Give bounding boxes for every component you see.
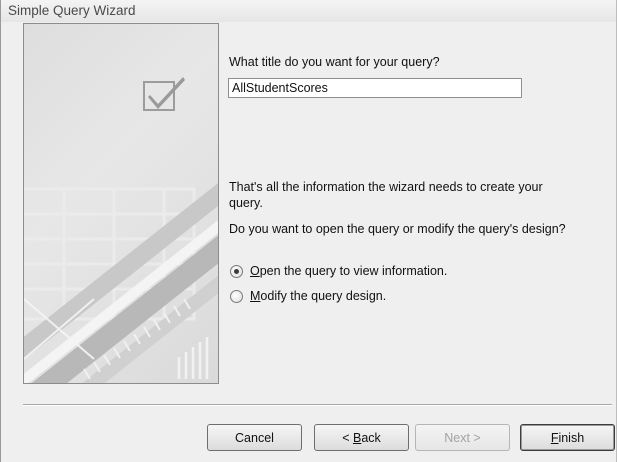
next-button[interactable]: Next > bbox=[415, 424, 510, 451]
checkmark-icon bbox=[143, 75, 187, 113]
title-prompt: What title do you want for your query? bbox=[229, 55, 440, 69]
finish-button[interactable]: Finish bbox=[520, 424, 615, 451]
open-or-modify-question: Do you want to open the query or modify … bbox=[229, 222, 566, 236]
radio-button-icon[interactable] bbox=[230, 289, 243, 303]
cancel-button[interactable]: Cancel bbox=[207, 424, 302, 451]
wizard-illustration bbox=[24, 183, 218, 383]
info-text-line2: query. bbox=[229, 196, 263, 210]
back-button[interactable]: < Back bbox=[314, 424, 409, 451]
window-title: Simple Query Wizard bbox=[8, 3, 136, 18]
option-open-query[interactable]: Open the query to view information. bbox=[230, 263, 447, 279]
wizard-window: Simple Query Wizard What title do you wa… bbox=[0, 0, 617, 462]
info-text-line1: That's all the information the wizard ne… bbox=[229, 180, 543, 194]
wizard-side-panel bbox=[23, 23, 219, 384]
option-modify-design[interactable]: Modify the query design. bbox=[230, 288, 386, 304]
title-bar[interactable]: Simple Query Wizard bbox=[1, 0, 616, 22]
query-title-input[interactable] bbox=[228, 78, 522, 98]
radio-button-icon[interactable] bbox=[230, 264, 243, 278]
button-separator bbox=[23, 404, 612, 406]
option-open-query-label: Open the query to view information. bbox=[250, 264, 448, 278]
option-modify-design-label: Modify the query design. bbox=[250, 289, 387, 303]
